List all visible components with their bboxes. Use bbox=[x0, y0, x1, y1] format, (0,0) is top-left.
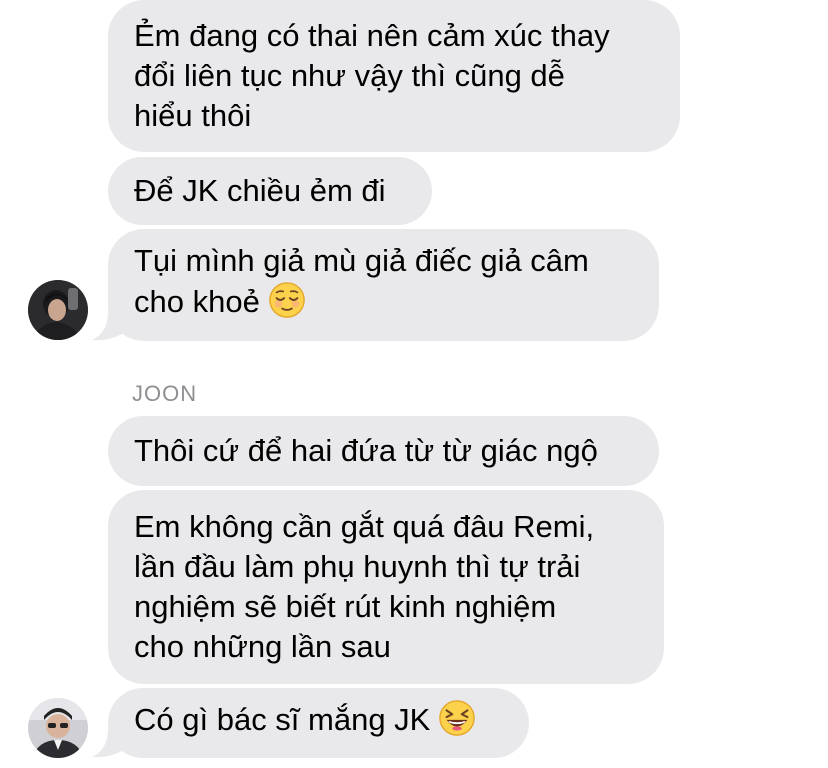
relieved-face-icon bbox=[268, 281, 306, 329]
message-text: Thôi cứ để hai đứa từ từ giác ngộ bbox=[134, 433, 598, 468]
message-bubble[interactable]: Em không cần gắt quá đâu Remi, lần đầu l… bbox=[108, 490, 664, 684]
message-text: Tụi mình giả mù giả điếc giả câm cho kho… bbox=[134, 241, 589, 329]
bubble-tail bbox=[92, 728, 130, 758]
avatar[interactable] bbox=[28, 698, 88, 758]
message-bubble[interactable]: Tụi mình giả mù giả điếc giả câm cho kho… bbox=[108, 229, 659, 341]
message-text: Để JK chiều ẻm đi bbox=[134, 173, 386, 208]
message-text: Em không cần gắt quá đâu Remi, lần đầu l… bbox=[134, 509, 595, 664]
avatar[interactable] bbox=[28, 280, 88, 340]
message-bubble[interactable]: Thôi cứ để hai đứa từ từ giác ngộ bbox=[108, 416, 659, 486]
message-text: Ẻm đang có thai nên cảm xúc thay đổi liê… bbox=[134, 18, 610, 133]
laughing-squinting-face-icon bbox=[438, 699, 476, 747]
message-bubble[interactable]: Có gì bác sĩ mắng JK bbox=[108, 688, 529, 758]
message-bubble[interactable]: Ẻm đang có thai nên cảm xúc thay đổi liê… bbox=[108, 0, 680, 152]
sender-name: JOON bbox=[132, 381, 198, 406]
bubble-tail bbox=[92, 311, 130, 341]
message-text: Có gì bác sĩ mắng JK bbox=[134, 699, 476, 747]
message-bubble[interactable]: Để JK chiều ẻm đi bbox=[108, 157, 432, 225]
